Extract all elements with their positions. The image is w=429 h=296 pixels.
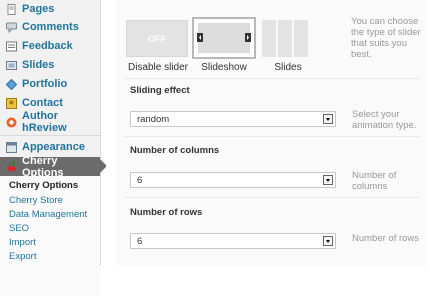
menu-label: Pages (22, 3, 55, 15)
submenu-item-seo[interactable]: SEO (9, 223, 29, 234)
menu-item-feedback[interactable]: Feedback (0, 37, 100, 55)
menu-item-portfolio[interactable]: Portfolio (0, 75, 100, 93)
disable-slider-option[interactable]: OFF (126, 20, 188, 57)
sliding-effect-label: Sliding effect (130, 85, 190, 96)
menu-label: Feedback (22, 40, 73, 52)
submenu-item-cherry-store[interactable]: Cherry Store (9, 195, 63, 206)
rows-hint: Number of rows (352, 233, 420, 244)
portfolio-icon (5, 78, 18, 90)
menu-label: Portfolio (22, 78, 68, 90)
slides-option[interactable] (262, 20, 310, 57)
feedback-icon (6, 41, 17, 52)
slideshow-preview-icon (197, 23, 251, 53)
slideshow-caption: Slideshow (201, 62, 247, 73)
rows-label: Number of rows (130, 207, 203, 218)
columns-value: 6 (137, 175, 143, 186)
dropdown-arrow-icon[interactable] (323, 175, 333, 185)
menu-label: Author hReview (22, 110, 67, 134)
divider (124, 136, 420, 137)
menu-item-appearance[interactable]: Appearance (0, 138, 100, 156)
columns-label: Number of columns (130, 145, 220, 156)
rows-value: 6 (137, 236, 143, 247)
off-label: OFF (148, 34, 166, 44)
comments-icon (6, 22, 17, 33)
contact-icon (6, 97, 17, 109)
dropdown-arrow-icon[interactable] (323, 114, 333, 124)
menu-item-slides[interactable]: Slides (0, 56, 100, 74)
submenu-item-cherry-options[interactable]: Cherry Options (9, 180, 78, 191)
columns-select[interactable]: 6 (130, 172, 336, 188)
menu-label: Cherry Options (22, 154, 64, 179)
slides-icon (6, 60, 17, 71)
disable-slider-caption: Disable slider (127, 62, 189, 73)
rows-select[interactable]: 6 (130, 233, 336, 249)
menu-label: Appearance (22, 141, 85, 153)
pages-icon (6, 3, 17, 15)
admin-sidebar: Pages Comments Feedback Slides Portfolio… (0, 0, 107, 296)
options-main: OFF Disable slider Slideshow Slides You … (106, 0, 429, 266)
divider (124, 78, 420, 79)
slideshow-option[interactable] (192, 17, 256, 59)
sliding-effect-hint: Select your animation type. (352, 109, 417, 131)
options-panel: OFF Disable slider Slideshow Slides You … (116, 0, 426, 266)
cherry-options-submenu (0, 176, 100, 296)
menu-label: Contact (22, 97, 63, 109)
menu-item-cherry-options[interactable]: Cherry Options (0, 154, 107, 179)
slides-preview-icon (262, 20, 308, 57)
menu-separator (0, 135, 100, 136)
divider (124, 197, 420, 198)
slider-type-hint: You can choose the type of slider that s… (351, 16, 421, 60)
sliding-effect-value: random (137, 114, 170, 125)
submenu-item-data-management[interactable]: Data Management (9, 209, 87, 220)
menu-item-pages[interactable]: Pages (0, 0, 100, 18)
menu-label: Slides (22, 59, 55, 71)
sliding-effect-select[interactable]: random (130, 111, 336, 127)
dropdown-arrow-icon[interactable] (323, 236, 333, 246)
submenu-item-export[interactable]: Export (9, 251, 36, 262)
submenu-item-import[interactable]: Import (9, 237, 36, 248)
author-hreview-icon (6, 117, 17, 128)
appearance-icon (6, 141, 17, 153)
menu-label: Comments (22, 21, 79, 33)
slides-caption: Slides (274, 62, 302, 73)
columns-hint: Number of columns (352, 170, 397, 192)
menu-item-comments[interactable]: Comments (0, 18, 100, 36)
cherry-icon (6, 161, 17, 172)
menu-item-author-hreview[interactable]: Author hReview (0, 110, 100, 134)
